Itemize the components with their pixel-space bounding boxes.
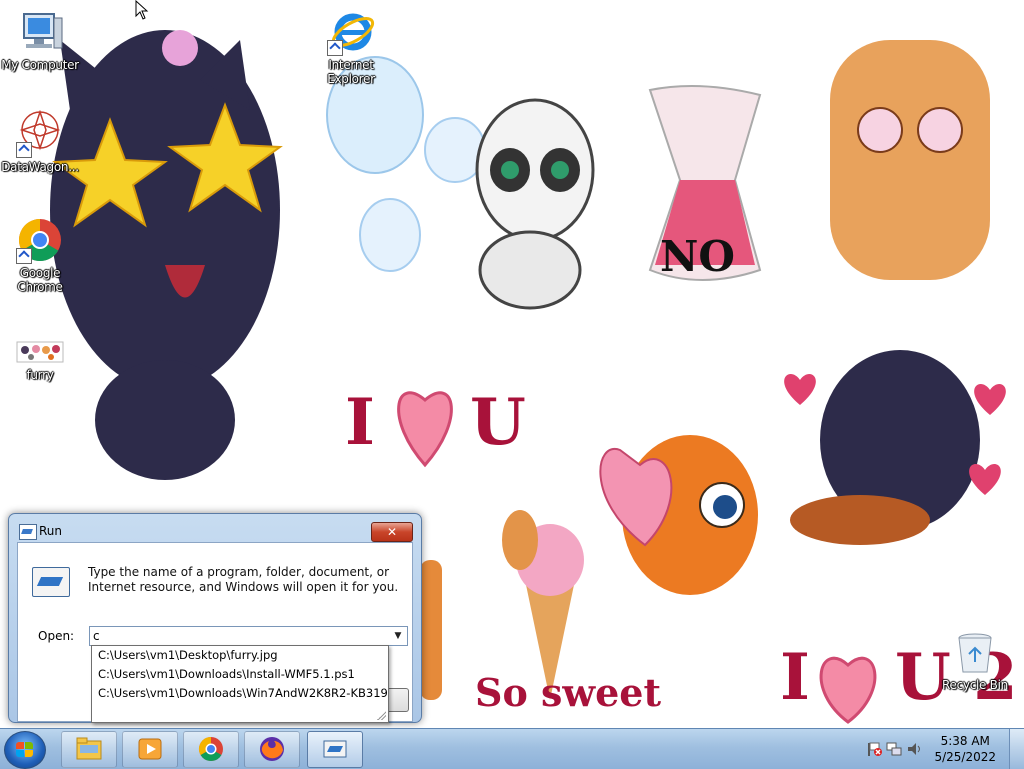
windows-logo-icon [16,742,34,758]
shortcut-arrow-icon [16,248,32,264]
firefox-icon [260,737,284,761]
taskbar-google-chrome[interactable] [183,731,239,768]
wallpaper-i2-text: I [780,640,810,715]
taskbar-media-player[interactable] [122,731,178,768]
network-icon[interactable] [886,741,902,757]
chrome-icon [16,216,64,264]
shortcut-arrow-icon [16,142,32,158]
volume-icon[interactable] [906,741,922,757]
autocomplete-item[interactable]: C:\Users\vm1\Desktop\furry.jpg [92,646,388,665]
desktop-icon-furry[interactable]: furry [0,336,80,382]
action-center-flag-icon[interactable] [866,741,882,757]
taskbar-run[interactable] [307,731,363,768]
wallpaper-u-text: U [470,385,526,460]
desktop-icon-datawagon[interactable]: DataWagon... [0,109,80,174]
taskbar: 5:38 AM 5/25/2022 [0,728,1024,769]
run-icon [32,567,70,597]
run-title-icon [19,524,37,540]
desktop-icon-internet-explorer[interactable]: Internet Explorer [311,8,391,86]
desktop-icon-recycle-bin[interactable]: Recycle Bin [935,628,1015,692]
run-icon [323,740,347,758]
run-description: Type the name of a program, folder, docu… [88,565,399,594]
autocomplete-item[interactable]: C:\Users\vm1\Downloads\Install-WMF5.1.ps… [92,665,388,684]
run-dialog-title: Run [39,524,63,538]
image-file-icon [16,336,64,366]
chrome-icon [198,737,223,762]
recycle-bin-icon [951,628,999,676]
autocomplete-item[interactable]: C:\Users\vm1\Downloads\Win7AndW2K8R2-KB3… [92,684,388,703]
show-desktop-button[interactable] [1009,729,1024,769]
desktop-icon-label: Internet Explorer [327,58,375,86]
open-combobox[interactable]: ▼ [89,626,408,646]
desktop-icon-my-computer[interactable]: My Computer [0,8,80,72]
desktop-icon-label: furry [26,368,54,382]
resize-grip-icon[interactable] [377,711,386,720]
clock-time: 5:38 AM [940,734,990,748]
desktop-icon-label: Google Chrome [17,266,63,294]
wallpaper-i-text: I [345,385,375,460]
media-player-icon [138,738,162,760]
clock-date: 5/25/2022 [934,750,996,764]
run-dialog-body: Type the name of a program, folder, docu… [17,542,413,723]
close-button[interactable]: ✕ [371,522,413,542]
shortcut-arrow-icon [327,40,343,56]
start-button[interactable] [4,731,46,769]
run-dialog: Run ✕ Type the name of a program, folder… [8,513,422,723]
desktop-icon-label: My Computer [1,58,79,72]
ie-icon [327,8,375,56]
taskbar-windows-explorer[interactable] [61,731,117,768]
ok-button[interactable] [388,688,409,712]
datawagon-icon [16,109,64,158]
mouse-cursor-icon [135,0,149,20]
chevron-down-icon[interactable]: ▼ [391,629,405,643]
desktop-icon-label: Recycle Bin [942,678,1008,692]
open-input[interactable] [93,628,383,644]
system-tray: 5:38 AM 5/25/2022 [854,729,1024,769]
open-label: Open: [38,629,75,643]
taskbar-firefox[interactable] [244,731,300,768]
desktop-icon-label: DataWagon... [1,160,79,174]
folder-icon [76,737,102,760]
autocomplete-list: C:\Users\vm1\Desktop\furry.jpg C:\Users\… [91,645,389,723]
computer-icon [16,8,64,56]
wallpaper-no-text: NO [660,232,735,281]
wallpaper-so-sweet-text: So sweet [475,670,662,715]
clock[interactable]: 5:38 AM 5/25/2022 [934,733,996,765]
desktop-icon-google-chrome[interactable]: Google Chrome [0,216,80,294]
close-icon: ✕ [386,525,398,539]
